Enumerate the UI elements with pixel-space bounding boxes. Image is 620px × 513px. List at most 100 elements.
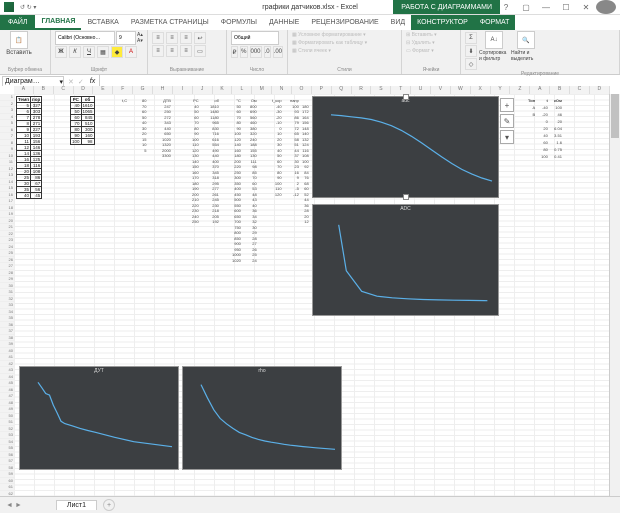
number-format-combo[interactable]	[231, 31, 279, 45]
vertical-scrollbar[interactable]	[609, 94, 620, 497]
chart-rho[interactable]: rho	[182, 366, 342, 470]
wrap-text-icon[interactable]: ↩	[194, 32, 206, 44]
cell[interactable]: 1020	[232, 258, 242, 264]
comma-icon[interactable]: 000	[250, 46, 262, 58]
cell[interactable]: 230	[192, 208, 200, 214]
cell[interactable]: 318	[210, 175, 220, 181]
chart-adc2[interactable]: ADC	[312, 204, 499, 316]
fx-enter-icon[interactable]: ✓	[76, 78, 86, 86]
align-middle-icon[interactable]: ≡	[166, 32, 178, 44]
chart-element-plus-button[interactable]: +	[500, 98, 514, 112]
cell[interactable]: 250	[162, 109, 172, 115]
row-headers[interactable]: 1234567891011121314151617181920212223242…	[0, 94, 15, 497]
cell[interactable]: 188	[250, 142, 258, 148]
chart-adc[interactable]: adc	[312, 96, 499, 198]
cell[interactable]: 124	[302, 142, 310, 148]
chart-filter-button[interactable]: ▾	[500, 130, 514, 144]
cell[interactable]: t_кор	[272, 98, 283, 104]
cell[interactable]: 180	[232, 153, 242, 159]
tab-data[interactable]: ДАННЫЕ	[263, 15, 305, 30]
paste-button[interactable]: 📋 Вставить	[4, 31, 34, 56]
cell[interactable]: напр	[290, 98, 300, 104]
cells-grid[interactable]: Темппор532763037278827192271019311156121…	[14, 94, 610, 497]
cell[interactable]: 600	[232, 208, 242, 214]
sheet-tab[interactable]: Лист1	[56, 500, 97, 510]
italic-button[interactable]: К	[69, 46, 81, 58]
cell[interactable]: 1000	[232, 252, 242, 258]
new-sheet-button[interactable]: +	[103, 499, 115, 511]
tab-chart-design[interactable]: КОНСТРУКТОР	[411, 15, 474, 30]
cell[interactable]: 108	[302, 153, 310, 159]
cell[interactable]: 400	[232, 186, 242, 192]
help-icon[interactable]: ?	[496, 0, 516, 14]
cell[interactable]: 190	[192, 186, 200, 192]
chart-dut[interactable]: ДУТ	[19, 366, 179, 470]
cell[interactable]: 5	[142, 148, 147, 154]
cell[interactable]: 690	[250, 109, 258, 115]
cell[interactable]: 100	[232, 131, 242, 137]
find-select-button[interactable]: 🔍 Найти и выделить	[511, 31, 541, 70]
cell[interactable]: 120	[272, 192, 283, 198]
border-button[interactable]: ▦	[97, 46, 109, 58]
ribbon-display-icon[interactable]: ▢	[516, 0, 536, 14]
sheet-nav-prev-icon[interactable]: ◄	[6, 502, 13, 509]
maximize-icon[interactable]: ☐	[556, 0, 576, 14]
cell[interactable]: 320	[250, 131, 258, 137]
align-right-icon[interactable]: ≡	[180, 45, 192, 57]
fill-color-button[interactable]: ◆	[111, 46, 123, 58]
cell[interactable]: 220	[232, 164, 242, 170]
cell[interactable]: 650	[162, 131, 172, 137]
cell[interactable]: 250	[192, 219, 200, 225]
cell[interactable]: 965	[210, 120, 220, 126]
tab-insert[interactable]: ВСТАВКА	[81, 15, 124, 30]
fx-cancel-icon[interactable]: ✕	[66, 78, 76, 86]
cell[interactable]: 554	[210, 142, 220, 148]
cell[interactable]: 370	[210, 164, 220, 170]
cell[interactable]: 277	[210, 186, 220, 192]
tab-formulas[interactable]: ФОРМУЛЫ	[215, 15, 263, 30]
autosum-icon[interactable]: Σ	[465, 32, 477, 44]
cell[interactable]: РС	[192, 98, 200, 104]
cell[interactable]: 1320	[162, 142, 172, 148]
cell[interactable]: 460	[250, 120, 258, 126]
cell[interactable]: 150	[192, 164, 200, 170]
underline-button[interactable]: Ч	[83, 46, 95, 58]
cell[interactable]: 170	[192, 175, 200, 181]
cell[interactable]: 140	[302, 131, 310, 137]
align-bottom-icon[interactable]: ≡	[180, 32, 192, 44]
currency-icon[interactable]: ₽	[231, 46, 238, 58]
cell[interactable]: 140	[232, 142, 242, 148]
cell[interactable]: 1480	[210, 109, 220, 115]
cell[interactable]: 245	[210, 197, 220, 203]
cell[interactable]: 716	[210, 131, 220, 137]
sort-filter-button[interactable]: A↓ Сортировка и фильтр	[479, 31, 509, 70]
fill-icon[interactable]: ⬇	[465, 45, 477, 57]
font-size-combo[interactable]	[116, 31, 136, 45]
cell[interactable]: Ом	[250, 98, 258, 104]
align-top-icon[interactable]: ≡	[152, 32, 164, 44]
close-icon[interactable]: ✕	[576, 0, 596, 14]
dec-decimal-icon[interactable]: .00	[273, 46, 283, 58]
align-left-icon[interactable]: ≡	[152, 45, 164, 57]
font-color-button[interactable]: A	[125, 46, 137, 58]
cell[interactable]: 343	[162, 120, 172, 126]
tab-file[interactable]: ФАЙЛ	[0, 15, 35, 30]
cell[interactable]: 800	[232, 230, 242, 236]
percent-icon[interactable]: %	[240, 46, 247, 58]
tab-view[interactable]: ВИД	[385, 15, 411, 30]
cell[interactable]: 192	[210, 219, 220, 225]
cell[interactable]: 210	[192, 197, 200, 203]
cell[interactable]: 130	[250, 153, 258, 159]
cell[interactable]: 156	[302, 120, 310, 126]
cell[interactable]: ДТВ	[162, 98, 172, 104]
cell[interactable]: 500	[232, 197, 242, 203]
bold-button[interactable]: Ж	[55, 46, 67, 58]
cell[interactable]: 440	[210, 153, 220, 159]
fx-icon[interactable]: fx	[86, 78, 99, 85]
cell[interactable]: 172	[302, 109, 310, 115]
cell[interactable]: 24	[250, 258, 258, 264]
merge-icon[interactable]: ▭	[194, 45, 206, 57]
tab-page-layout[interactable]: РАЗМЕТКА СТРАНИЦЫ	[125, 15, 215, 30]
cell[interactable]: 130	[192, 153, 200, 159]
user-avatar[interactable]	[596, 0, 616, 14]
